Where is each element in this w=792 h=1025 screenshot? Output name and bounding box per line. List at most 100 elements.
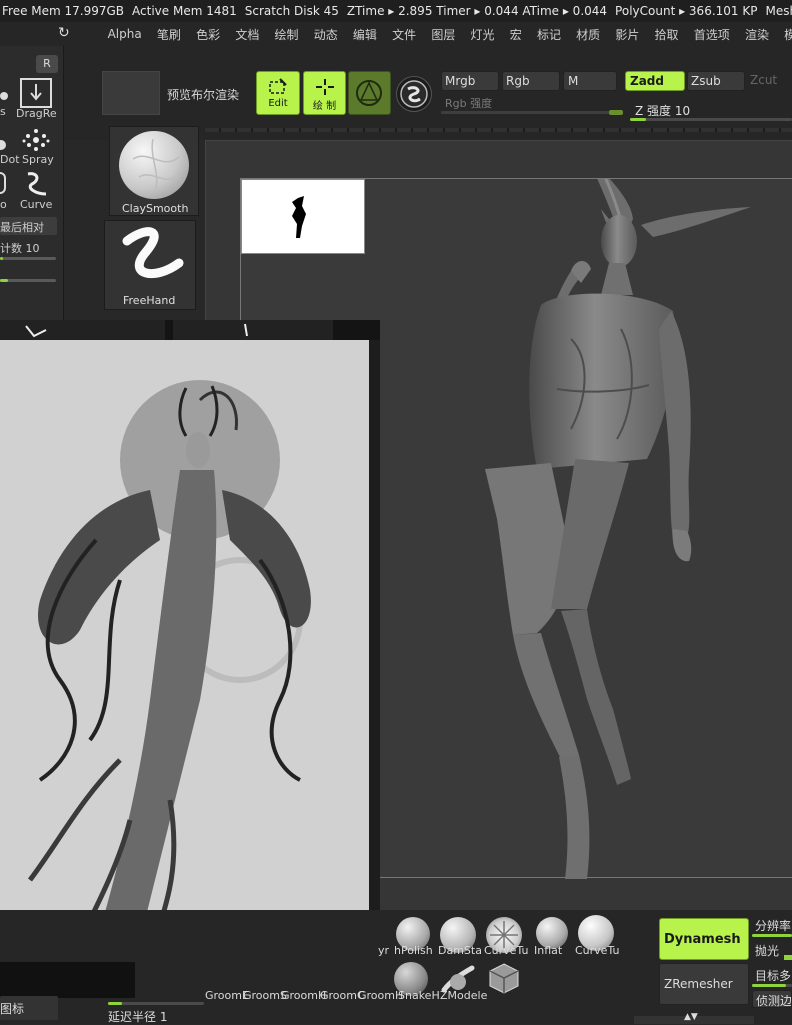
material-swatch[interactable]	[0, 962, 135, 998]
menu-item[interactable]: 动态	[306, 26, 345, 43]
count-slider[interactable]	[0, 257, 56, 260]
relative-button[interactable]: 最后相对	[0, 217, 57, 235]
stroke-label-s: s	[0, 105, 6, 118]
brush-label[interactable]: yr	[378, 944, 389, 957]
status-bar: Free Mem 17.997GB Active Mem 1481 Scratc…	[0, 0, 792, 22]
edit-icon	[269, 78, 287, 94]
m-button[interactable]: M	[563, 71, 617, 91]
clay-smooth-brush[interactable]: ClaySmooth	[109, 126, 199, 216]
zsub-button[interactable]: Zsub	[687, 71, 745, 91]
brush-label[interactable]: SnakeH	[398, 989, 440, 1002]
reference-tab-2[interactable]	[173, 320, 333, 340]
draw-label: 绘 制	[312, 101, 337, 112]
dot-label: Dot	[0, 153, 20, 166]
detect-edge-button[interactable]: 侦测边缘	[752, 990, 792, 1008]
target-slider[interactable]	[752, 984, 792, 987]
delay-radius-slider[interactable]	[108, 1002, 204, 1005]
spray-icon[interactable]	[22, 128, 50, 152]
reference-tab-1[interactable]	[0, 320, 165, 340]
draw-button[interactable]: 绘 制	[303, 71, 346, 115]
polish-fill	[784, 955, 792, 960]
edit-button[interactable]: Edit	[256, 71, 300, 115]
freehand-label: FreeHand	[123, 294, 176, 307]
rgb-intensity-knob[interactable]	[609, 110, 623, 115]
menu-item[interactable]: 拾取	[647, 26, 686, 43]
spray-label: Spray	[22, 153, 54, 166]
rgb-intensity-label: Rgb 强度	[445, 97, 493, 110]
material-button[interactable]	[396, 76, 432, 112]
figure-silhouette-icon	[292, 196, 306, 238]
brush-label[interactable]: CurveTu	[484, 944, 528, 957]
z-intensity-slider[interactable]	[630, 118, 792, 121]
active-mem: Active Mem 1481	[132, 4, 237, 18]
menu-item[interactable]: Alpha	[100, 27, 149, 41]
menu-item[interactable]: 宏	[502, 26, 529, 43]
menu-item[interactable]: 首选项	[686, 26, 737, 43]
count-slider-fill	[0, 257, 3, 260]
menu-item[interactable]: 影片	[608, 26, 647, 43]
icon-button[interactable]: 图标	[0, 996, 58, 1020]
dot-stroke-icon[interactable]	[0, 92, 8, 100]
menu-item[interactable]: 文档	[228, 26, 267, 43]
scratch-disk: Scratch Disk 45	[244, 4, 339, 18]
meshcount: MeshCoun	[765, 4, 792, 18]
stroke-o-icon[interactable]	[0, 172, 6, 194]
brush-label[interactable]: CurveTu	[575, 944, 619, 957]
dragrect-icon[interactable]	[20, 78, 52, 108]
menu-item[interactable]: 图层	[424, 26, 463, 43]
polycount: PolyCount ▸ 366.101 KP	[615, 4, 758, 18]
menu-item[interactable]: 笔刷	[149, 26, 188, 43]
menu-item[interactable]: 标记	[529, 26, 568, 43]
refresh-icon[interactable]: ↻	[58, 25, 70, 41]
menu-bar: ↻ Alpha 笔刷 色彩 文档 绘制 动态 编辑 文件 图层 灯光宏标记 材质 影片 拾取 首选项 渲染模…	[0, 22, 792, 46]
material-icon	[400, 80, 428, 108]
menu-items: Alpha笔刷色彩文档绘制动态编辑文件图层灯光宏标记材质影片拾取首选项渲染模板	[100, 22, 792, 46]
clay-ball-icon	[119, 131, 189, 199]
zcut-button[interactable]: Zcut	[750, 73, 777, 87]
brush-label[interactable]: hPolish	[394, 944, 433, 957]
dynamesh-button[interactable]: Dynamesh	[659, 918, 749, 960]
rgb-intensity-slider[interactable]	[441, 110, 623, 115]
sculpt-button[interactable]	[348, 71, 391, 115]
menu-item[interactable]: 渲染	[737, 26, 776, 43]
delay-radius-fill	[108, 1002, 122, 1005]
preview-bool-label[interactable]: 预览布尔渲染	[167, 86, 239, 103]
preview-swatch[interactable]	[102, 71, 160, 115]
r-button[interactable]: R	[36, 55, 58, 73]
zmodeler-brush-icon[interactable]	[488, 962, 520, 994]
expand-arrows-icon[interactable]: ▲▼	[684, 1012, 698, 1022]
brush-label[interactable]: ZModele	[440, 989, 487, 1002]
polish-label[interactable]: 抛光	[755, 942, 779, 959]
menu-item[interactable]: 材质	[569, 26, 608, 43]
resolution-slider[interactable]	[752, 934, 792, 937]
icon-label: 图标	[0, 1002, 25, 1016]
brush-label[interactable]: GroomH	[358, 989, 403, 1002]
freehand-stroke[interactable]: FreeHand	[104, 220, 196, 310]
brush-label[interactable]: DamSta	[438, 944, 482, 957]
dragrect-label: DragRe	[16, 107, 57, 120]
brush-label[interactable]: Inflat	[534, 944, 562, 957]
zremesher-button[interactable]: ZRemesher	[659, 963, 749, 1005]
sculpt-icon	[356, 80, 382, 106]
menu-item[interactable]: 编辑	[345, 26, 384, 43]
menu-item[interactable]: 色彩	[189, 26, 228, 43]
free-mem: Free Mem 17.997GB	[2, 4, 125, 18]
target-label: 目标多	[755, 969, 792, 983]
ztime: ZTime ▸ 2.895 Timer ▸ 0.044 ATime ▸ 0.04…	[346, 4, 608, 18]
mrgb-button[interactable]: Mrgb	[441, 71, 499, 91]
navigator-thumbnail[interactable]	[241, 179, 365, 254]
z-intensity-fill	[630, 118, 647, 121]
menu-item[interactable]: 文件	[385, 26, 424, 43]
clay-smooth-label: ClaySmooth	[122, 202, 189, 215]
rgb-button[interactable]: Rgb	[502, 71, 560, 91]
ruler-strip	[205, 128, 792, 132]
scroll-controls[interactable]: ▲▼	[634, 1012, 754, 1024]
stroke-o-label: o	[0, 198, 7, 211]
menu-item[interactable]: 灯光	[463, 26, 502, 43]
z-intensity-label: Z 强度 10	[635, 104, 691, 118]
zadd-button[interactable]: Zadd	[625, 71, 685, 91]
secondary-slider[interactable]	[0, 279, 56, 282]
menu-item[interactable]: 模板	[777, 26, 792, 43]
menu-item[interactable]: 绘制	[267, 26, 306, 43]
curve-icon[interactable]	[22, 170, 50, 198]
